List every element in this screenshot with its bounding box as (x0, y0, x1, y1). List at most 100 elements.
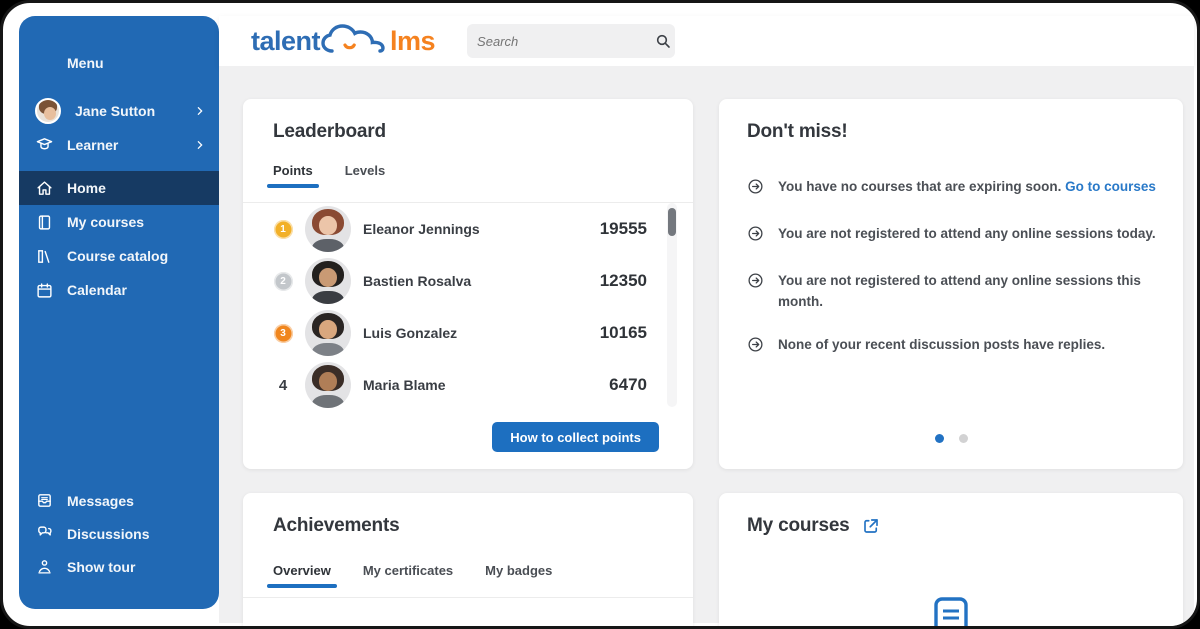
catalog-icon (35, 247, 53, 265)
dont-miss-text: You are not registered to attend any onl… (778, 224, 1156, 249)
sidebar-item-label: Home (67, 180, 106, 196)
app-window: Menu Jane Sutton Learner Home (0, 0, 1200, 629)
tab-points[interactable]: Points (273, 163, 313, 188)
sidebar-item-calendar[interactable]: Calendar (19, 273, 219, 307)
rank-medal-silver: 2 (274, 272, 293, 291)
talentlms-logo[interactable]: talent lms (251, 21, 435, 61)
user-menu[interactable]: Jane Sutton (19, 94, 219, 127)
leaderboard-list: 1 Eleanor Jennings 19555 2 Bastien Rosal… (243, 203, 693, 411)
sidebar-item-my-courses[interactable]: My courses (19, 205, 219, 239)
pagination-dot[interactable] (959, 434, 968, 443)
tab-my-certificates[interactable]: My certificates (363, 563, 453, 588)
tour-icon (35, 558, 53, 576)
leaderboard-row[interactable]: 3 Luis Gonzalez 10165 (243, 307, 693, 359)
search-box (467, 24, 675, 58)
leaderboard-points: 12350 (600, 271, 647, 291)
external-link-icon[interactable] (862, 517, 880, 535)
leaderboard-title: Leaderboard (273, 121, 386, 143)
tab-overview[interactable]: Overview (273, 563, 331, 588)
leaderboard-name: Bastien Rosalva (363, 273, 471, 289)
sidebar-item-label: Messages (67, 493, 134, 509)
main-content: Leaderboard Points Levels 1 Eleanor Jenn… (219, 66, 1194, 623)
rank-medal-bronze: 3 (274, 324, 293, 343)
avatar (305, 362, 351, 408)
dont-miss-text: None of your recent discussion posts hav… (778, 335, 1105, 360)
learner-icon (35, 136, 53, 154)
leaderboard-name: Eleanor Jennings (363, 221, 480, 237)
arrow-circle-right-icon (747, 335, 764, 360)
sidebar-item-home[interactable]: Home (19, 171, 219, 205)
dont-miss-card: Don't miss! You have no courses that are… (719, 99, 1183, 469)
achievements-tabs: Overview My certificates My badges (273, 563, 552, 588)
logo-lms-text: lms (390, 26, 435, 57)
dont-miss-item: You are not registered to attend any onl… (747, 224, 1157, 249)
leaderboard-name: Maria Blame (363, 377, 445, 393)
user-avatar (35, 98, 61, 124)
avatar (305, 206, 351, 252)
menu-toggle[interactable]: Menu (19, 46, 219, 79)
leaderboard-row[interactable]: 2 Bastien Rosalva 12350 (243, 255, 693, 307)
sidebar-item-course-catalog[interactable]: Course catalog (19, 239, 219, 273)
my-courses-title: My courses (747, 515, 850, 537)
leaderboard-row[interactable]: 1 Eleanor Jennings 19555 (243, 203, 693, 255)
course-document-icon (934, 597, 968, 629)
sidebar-item-label: Discussions (67, 526, 149, 542)
dont-miss-list: You have no courses that are expiring so… (747, 177, 1157, 382)
cloud-logo-icon (318, 21, 392, 61)
leaderboard-name: Luis Gonzalez (363, 325, 457, 341)
home-icon (35, 179, 53, 197)
leaderboard-row[interactable]: 4 Maria Blame 6470 (243, 359, 693, 411)
logo-talent-text: talent (251, 26, 320, 57)
user-name: Jane Sutton (75, 103, 155, 119)
arrow-circle-right-icon (747, 177, 764, 202)
rank-number: 4 (279, 377, 287, 394)
search-input[interactable] (477, 34, 655, 49)
hamburger-icon (35, 54, 53, 72)
achievements-title: Achievements (273, 515, 399, 537)
leaderboard-points: 19555 (600, 219, 647, 239)
go-to-courses-link[interactable]: Go to courses (1065, 179, 1156, 194)
sidebar-item-label: Course catalog (67, 248, 168, 264)
role-menu[interactable]: Learner (19, 128, 219, 161)
dont-miss-item: You have no courses that are expiring so… (747, 177, 1157, 202)
sidebar-item-label: Show tour (67, 559, 135, 575)
dont-miss-item: None of your recent discussion posts hav… (747, 335, 1157, 360)
tab-my-badges[interactable]: My badges (485, 563, 552, 588)
messages-icon (35, 492, 53, 510)
discussions-icon (35, 525, 53, 543)
my-courses-card: My courses (719, 493, 1183, 629)
dont-miss-text: You are not registered to attend any onl… (778, 271, 1157, 313)
pagination-dot-active[interactable] (935, 434, 944, 443)
arrow-circle-right-icon (747, 224, 764, 249)
menu-label: Menu (67, 55, 104, 71)
dont-miss-title: Don't miss! (747, 121, 848, 143)
sidebar-item-label: My courses (67, 214, 144, 230)
topbar: talent lms (219, 16, 1194, 66)
leaderboard-points: 6470 (609, 375, 647, 395)
sidebar-item-discussions[interactable]: Discussions (19, 517, 219, 550)
rank-medal-gold: 1 (274, 220, 293, 239)
chevron-right-icon (195, 103, 205, 119)
leaderboard-points: 10165 (600, 323, 647, 343)
sidebar-item-show-tour[interactable]: Show tour (19, 550, 219, 583)
calendar-icon (35, 281, 53, 299)
avatar (305, 258, 351, 304)
leaderboard-card: Leaderboard Points Levels 1 Eleanor Jenn… (243, 99, 693, 469)
achievements-card: Achievements Overview My certificates My… (243, 493, 693, 629)
dont-miss-text: You have no courses that are expiring so… (778, 179, 1065, 194)
role-label: Learner (67, 137, 118, 153)
leaderboard-scrollbar[interactable] (667, 203, 677, 407)
avatar (305, 310, 351, 356)
tab-levels[interactable]: Levels (345, 163, 385, 188)
search-icon[interactable] (655, 33, 671, 49)
dont-miss-item: You are not registered to attend any onl… (747, 271, 1157, 313)
sidebar: Menu Jane Sutton Learner Home (19, 16, 219, 609)
sidebar-item-label: Calendar (67, 282, 127, 298)
sidebar-main-nav: Home My courses Course catalog Calendar (19, 171, 219, 307)
carousel-pagination (719, 434, 1183, 443)
divider (243, 597, 693, 598)
arrow-circle-right-icon (747, 271, 764, 313)
sidebar-item-messages[interactable]: Messages (19, 484, 219, 517)
scrollbar-thumb[interactable] (668, 208, 676, 236)
how-to-collect-points-button[interactable]: How to collect points (492, 422, 659, 452)
